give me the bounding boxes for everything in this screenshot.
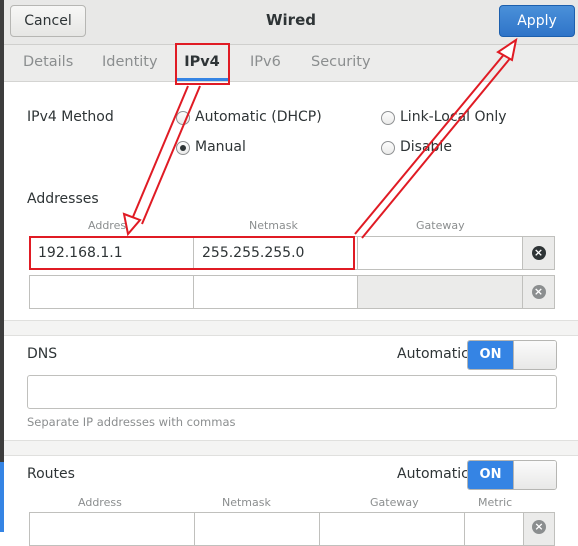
- arrow-address-to-apply-left: [354, 51, 507, 235]
- arrow-tab-to-address-left: [129, 85, 189, 225]
- arrow-address-to-apply-right: [361, 55, 513, 239]
- arrow-tab-to-address-right: [141, 85, 201, 225]
- arrow-head-address: [122, 212, 142, 237]
- annotation-arrows: [122, 37, 518, 239]
